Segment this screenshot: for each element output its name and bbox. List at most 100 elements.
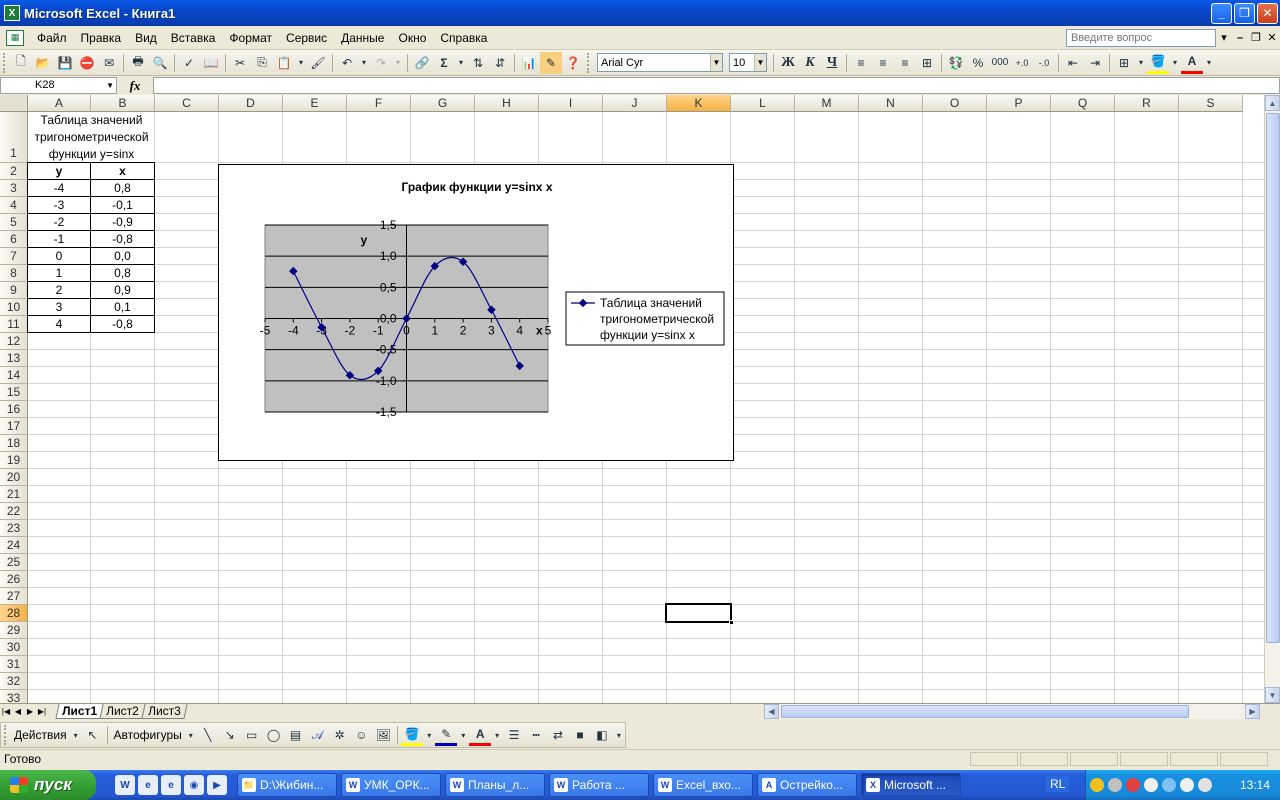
align-right-icon[interactable]: ≡ bbox=[894, 52, 916, 74]
taskbar-task[interactable]: W УМК_ОРК... bbox=[341, 773, 441, 797]
player-quicklaunch-icon[interactable]: ▶ bbox=[207, 775, 227, 795]
copy-icon[interactable]: ⎘ bbox=[251, 52, 273, 74]
help-icon[interactable]: ❓ bbox=[562, 52, 584, 74]
scroll-right-icon[interactable]: ▶ bbox=[1245, 704, 1260, 719]
redo-icon[interactable]: ↷ bbox=[370, 52, 392, 74]
table-cell[interactable]: -0,8 bbox=[90, 315, 155, 333]
table-cell[interactable]: 0,9 bbox=[90, 281, 155, 299]
column-header[interactable]: E bbox=[283, 95, 347, 112]
row-header[interactable]: 1 bbox=[0, 112, 28, 163]
column-header[interactable]: F bbox=[347, 95, 411, 112]
thousands-separator-button[interactable]: 000 bbox=[989, 52, 1011, 74]
column-header[interactable]: O bbox=[923, 95, 987, 112]
next-sheet-icon[interactable]: ▶ bbox=[24, 707, 36, 716]
row-header[interactable]: 19 bbox=[0, 452, 28, 469]
sheet-tab[interactable]: Лист3 bbox=[141, 704, 188, 719]
column-header[interactable]: H bbox=[475, 95, 539, 112]
table-cell[interactable]: 1 bbox=[27, 264, 91, 282]
fill-handle[interactable] bbox=[729, 620, 734, 625]
menu-item-0[interactable]: Файл bbox=[30, 28, 74, 48]
vertical-scrollbar[interactable]: ▲ ▼ bbox=[1264, 95, 1280, 703]
vertical-scroll-thumb[interactable] bbox=[1266, 113, 1280, 643]
row-header[interactable]: 22 bbox=[0, 503, 28, 520]
row-header[interactable]: 31 bbox=[0, 656, 28, 673]
row-header[interactable]: 24 bbox=[0, 537, 28, 554]
line-color-dropdown-icon[interactable]: ▾ bbox=[457, 724, 469, 746]
taskbar-task[interactable]: W Планы_л... bbox=[445, 773, 545, 797]
row-header[interactable]: 27 bbox=[0, 588, 28, 605]
fill-color-draw-icon[interactable]: 🪣 bbox=[401, 724, 424, 746]
row-header[interactable]: 33 bbox=[0, 690, 28, 703]
column-header[interactable]: C bbox=[155, 95, 219, 112]
borders-icon[interactable]: ⊞ bbox=[1113, 52, 1135, 74]
row-header[interactable]: 25 bbox=[0, 554, 28, 571]
first-sheet-icon[interactable]: |◀ bbox=[0, 707, 12, 716]
dash-style-icon[interactable]: ┅ bbox=[525, 724, 547, 746]
increase-indent-icon[interactable]: ⇥ bbox=[1084, 52, 1106, 74]
doc-close-button[interactable]: ✕ bbox=[1264, 31, 1280, 44]
fill-draw-dropdown-icon[interactable]: ▾ bbox=[423, 724, 435, 746]
row-header[interactable]: 9 bbox=[0, 282, 28, 299]
taskbar-task[interactable]: A Острейко... bbox=[757, 773, 857, 797]
italic-button[interactable]: К bbox=[799, 52, 821, 74]
hyperlink-icon[interactable]: 🔗 bbox=[411, 52, 433, 74]
row-header[interactable]: 13 bbox=[0, 350, 28, 367]
tray-icon[interactable] bbox=[1180, 778, 1194, 792]
taskbar-task[interactable]: W Excel_вхо... bbox=[653, 773, 753, 797]
select-all-corner[interactable] bbox=[0, 95, 28, 112]
oval-tool-icon[interactable]: ◯ bbox=[263, 724, 285, 746]
row-header[interactable]: 20 bbox=[0, 469, 28, 486]
paste-dropdown-icon[interactable]: ▾ bbox=[295, 52, 307, 74]
currency-icon[interactable]: 💱 bbox=[945, 52, 967, 74]
doc-minimize-button[interactable]: – bbox=[1232, 32, 1248, 44]
row-header[interactable]: 14 bbox=[0, 367, 28, 384]
column-header[interactable]: D bbox=[219, 95, 283, 112]
column-header[interactable]: S bbox=[1179, 95, 1243, 112]
workbook-icon[interactable]: ▦ bbox=[6, 29, 24, 46]
row-header[interactable]: 29 bbox=[0, 622, 28, 639]
close-button[interactable]: ✕ bbox=[1257, 2, 1278, 24]
menu-item-8[interactable]: Справка bbox=[433, 28, 494, 48]
drawing-icon[interactable]: ✎ bbox=[540, 51, 562, 74]
table-cell[interactable]: 0,1 bbox=[90, 298, 155, 316]
table-cell[interactable]: 4 bbox=[27, 315, 91, 333]
font-color-draw-dropdown-icon[interactable]: ▾ bbox=[491, 724, 503, 746]
volume-icon[interactable] bbox=[1198, 778, 1212, 792]
table-cell[interactable]: -0,9 bbox=[90, 213, 155, 231]
borders-dropdown-icon[interactable]: ▾ bbox=[1135, 52, 1147, 74]
tray-icon[interactable] bbox=[1108, 778, 1122, 792]
column-header[interactable]: G bbox=[411, 95, 475, 112]
help-question-input[interactable] bbox=[1066, 28, 1216, 47]
row-header[interactable]: 30 bbox=[0, 639, 28, 656]
cut-icon[interactable]: ✂ bbox=[229, 52, 251, 74]
row-header[interactable]: 17 bbox=[0, 418, 28, 435]
toolbar-grip[interactable] bbox=[3, 52, 7, 73]
row-header[interactable]: 16 bbox=[0, 401, 28, 418]
actions-dropdown-icon[interactable]: ▾ bbox=[70, 724, 82, 746]
tray-icon[interactable] bbox=[1126, 778, 1140, 792]
format-painter-icon[interactable]: 🖌 bbox=[307, 52, 329, 74]
taskbar-task[interactable]: W Работа ... bbox=[549, 773, 649, 797]
wordart-icon[interactable]: 𝒜 bbox=[307, 724, 329, 746]
formula-input[interactable] bbox=[153, 77, 1280, 94]
line-tool-icon[interactable]: ╲ bbox=[197, 724, 219, 746]
language-indicator[interactable]: RL bbox=[1046, 776, 1070, 792]
tray-icon[interactable] bbox=[1162, 778, 1176, 792]
menu-item-1[interactable]: Правка bbox=[74, 28, 129, 48]
column-header[interactable]: I bbox=[539, 95, 603, 112]
table-cell[interactable]: -4 bbox=[27, 179, 91, 197]
horizontal-scrollbar[interactable]: ◀ ▶ bbox=[764, 704, 1260, 719]
column-header[interactable]: N bbox=[859, 95, 923, 112]
browser-quicklaunch-icon[interactable]: e bbox=[138, 775, 158, 795]
autosum-icon[interactable]: Σ bbox=[433, 52, 455, 74]
column-header[interactable]: K bbox=[667, 95, 731, 112]
font-color-icon[interactable]: A bbox=[1181, 52, 1203, 74]
font-color-dropdown-icon[interactable]: ▾ bbox=[1203, 52, 1215, 74]
sort-ascending-icon[interactable]: ⇅ bbox=[467, 52, 489, 74]
row-header[interactable]: 23 bbox=[0, 520, 28, 537]
scroll-down-icon[interactable]: ▼ bbox=[1265, 687, 1280, 703]
ie-quicklaunch-icon[interactable]: e bbox=[161, 775, 181, 795]
row-header[interactable]: 26 bbox=[0, 571, 28, 588]
scroll-left-icon[interactable]: ◀ bbox=[764, 704, 779, 719]
textbox-tool-icon[interactable]: ▤ bbox=[285, 724, 307, 746]
